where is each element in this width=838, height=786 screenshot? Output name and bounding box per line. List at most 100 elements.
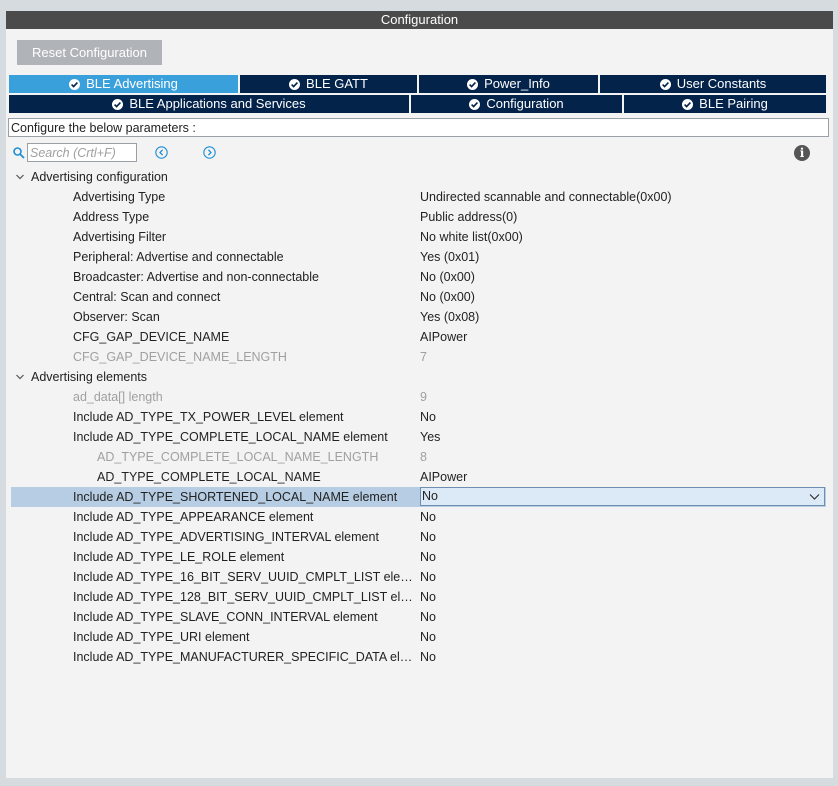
parameter-row[interactable]: Include AD_TYPE_APPEARANCE element No xyxy=(11,507,826,527)
parameter-row[interactable]: AD_TYPE_COMPLETE_LOCAL_NAME_LENGTH 8 xyxy=(11,447,826,467)
search-input[interactable] xyxy=(27,143,137,162)
tab-user-constants[interactable]: User Constants xyxy=(600,75,827,93)
parameter-name: Include AD_TYPE_SHORTENED_LOCAL_NAME ele… xyxy=(73,490,398,504)
parameter-name: Include AD_TYPE_16_BIT_SERV_UUID_CMPLT_L… xyxy=(73,570,417,584)
parameter-value[interactable]: Yes (0x01) xyxy=(420,247,479,267)
tree-group-advertising-elements[interactable]: Advertising elements xyxy=(11,367,826,387)
parameter-value: 8 xyxy=(420,450,427,464)
parameter-value[interactable]: No xyxy=(420,547,436,567)
parameter-value[interactable]: No xyxy=(420,607,436,627)
parameter-name: Observer: Scan xyxy=(73,310,160,324)
parameter-row[interactable]: CFG_GAP_DEVICE_NAME AIPower xyxy=(11,327,826,347)
parameter-row[interactable]: ad_data[] length 9 xyxy=(11,387,826,407)
chevron-down-icon[interactable] xyxy=(15,367,25,387)
parameter-name: AD_TYPE_COMPLETE_LOCAL_NAME xyxy=(97,470,321,484)
parameter-name: ad_data[] length xyxy=(73,390,163,404)
chevron-right-circle-icon[interactable] xyxy=(203,146,216,159)
parameter-value[interactable]: Public address(0) xyxy=(420,207,517,227)
parameter-name: Peripheral: Advertise and connectable xyxy=(73,250,284,264)
reset-configuration-button[interactable]: Reset Configuration xyxy=(17,40,162,65)
parameter-row[interactable]: Observer: Scan Yes (0x08) xyxy=(11,307,826,327)
chevron-down-icon[interactable] xyxy=(809,493,820,501)
window-frame-right xyxy=(833,0,838,786)
parameter-value[interactable]: No xyxy=(420,527,436,547)
check-circle-icon xyxy=(469,98,481,110)
parameter-row[interactable]: Include AD_TYPE_128_BIT_SERV_UUID_CMPLT_… xyxy=(11,587,826,607)
parameter-name: Include AD_TYPE_URI element xyxy=(73,630,250,644)
check-circle-icon xyxy=(682,98,694,110)
tab-label: BLE Pairing xyxy=(699,96,768,111)
parameter-value[interactable]: No xyxy=(420,567,436,587)
parameter-name: Include AD_TYPE_LE_ROLE element xyxy=(73,550,285,564)
parameter-value[interactable]: No xyxy=(420,407,436,427)
parameter-row[interactable]: Include AD_TYPE_ADVERTISING_INTERVAL ele… xyxy=(11,527,826,547)
tab-label: User Constants xyxy=(676,76,767,91)
parameter-value[interactable]: No xyxy=(420,587,436,607)
parameter-value[interactable]: AIPower xyxy=(420,327,467,347)
parameter-row[interactable]: Central: Scan and connect No (0x00) xyxy=(11,287,826,307)
parameter-value[interactable]: No (0x00) xyxy=(420,267,475,287)
parameter-row[interactable]: AD_TYPE_COMPLETE_LOCAL_NAME AIPower xyxy=(11,467,826,487)
parameter-row[interactable]: Include AD_TYPE_SLAVE_CONN_INTERVAL elem… xyxy=(11,607,826,627)
tab-label: BLE GATT xyxy=(306,76,368,91)
parameter-row[interactable]: Advertising Filter No white list(0x00) xyxy=(11,227,826,247)
parameter-value[interactable]: Undirected scannable and connectable(0x0… xyxy=(420,187,672,207)
chevron-left-circle-icon[interactable] xyxy=(155,146,168,159)
group-label: Advertising configuration xyxy=(31,170,168,184)
parameter-row[interactable]: Include AD_TYPE_TX_POWER_LEVEL element No xyxy=(11,407,826,427)
tab-label: Power_Info xyxy=(484,76,550,91)
parameter-row[interactable]: Include AD_TYPE_SHORTENED_LOCAL_NAME ele… xyxy=(11,487,826,507)
tab-power-info[interactable]: Power_Info xyxy=(419,75,599,93)
parameter-name: Include AD_TYPE_MANUFACTURER_SPECIFIC_DA… xyxy=(73,650,417,664)
parameter-name: Include AD_TYPE_ADVERTISING_INTERVAL ele… xyxy=(73,530,379,544)
parameter-row[interactable]: Include AD_TYPE_COMPLETE_LOCAL_NAME elem… xyxy=(11,427,826,447)
parameter-row[interactable]: Include AD_TYPE_16_BIT_SERV_UUID_CMPLT_L… xyxy=(11,567,826,587)
parameter-value-dropdown[interactable]: No xyxy=(420,487,825,506)
parameter-value[interactable]: Yes xyxy=(420,427,440,447)
parameter-name: Include AD_TYPE_COMPLETE_LOCAL_NAME elem… xyxy=(73,430,388,444)
parameter-value[interactable]: No xyxy=(420,647,436,667)
configuration-panel: Configuration Reset Configuration BLE Ad… xyxy=(6,11,833,778)
tab-label: Configuration xyxy=(486,96,564,111)
parameter-name: CFG_GAP_DEVICE_NAME_LENGTH xyxy=(73,350,287,364)
parameter-value[interactable]: No xyxy=(420,507,436,527)
tree-group-advertising-configuration[interactable]: Advertising configuration xyxy=(11,167,826,187)
tab-ble-gatt[interactable]: BLE GATT xyxy=(240,75,418,93)
parameter-name: CFG_GAP_DEVICE_NAME xyxy=(73,330,230,344)
window-frame-bottom xyxy=(0,778,838,786)
parameter-value[interactable]: Yes (0x08) xyxy=(420,307,479,327)
parameter-value[interactable]: No (0x00) xyxy=(420,287,475,307)
parameter-value[interactable]: No white list(0x00) xyxy=(420,227,523,247)
parameter-name: AD_TYPE_COMPLETE_LOCAL_NAME_LENGTH xyxy=(97,450,379,464)
check-circle-icon xyxy=(659,78,671,90)
parameters-description: Configure the below parameters : xyxy=(8,118,829,137)
tab-ble-pairing[interactable]: BLE Pairing xyxy=(624,95,827,113)
tab-configuration[interactable]: Configuration xyxy=(411,95,623,113)
parameter-name: Include AD_TYPE_128_BIT_SERV_UUID_CMPLT_… xyxy=(73,590,417,604)
info-icon[interactable]: i xyxy=(794,145,810,161)
parameter-name: Broadcaster: Advertise and non-connectab… xyxy=(73,270,319,284)
parameter-value[interactable]: AIPower xyxy=(420,467,467,487)
parameter-value[interactable]: No xyxy=(420,627,436,647)
check-circle-icon xyxy=(467,78,479,90)
parameter-row[interactable]: CFG_GAP_DEVICE_NAME_LENGTH 7 xyxy=(11,347,826,367)
panel-title: Configuration xyxy=(6,11,833,29)
chevron-down-icon[interactable] xyxy=(15,167,25,187)
parameter-name: Address Type xyxy=(73,210,150,224)
parameter-row[interactable]: Include AD_TYPE_URI element No xyxy=(11,627,826,647)
parameter-value: 7 xyxy=(420,350,427,364)
tab-ble-advertising[interactable]: BLE Advertising xyxy=(9,75,239,93)
parameter-row[interactable]: Peripheral: Advertise and connectable Yes… xyxy=(11,247,826,267)
parameter-name: Include AD_TYPE_SLAVE_CONN_INTERVAL elem… xyxy=(73,610,378,624)
parameter-row[interactable]: Broadcaster: Advertise and non-connectab… xyxy=(11,267,826,287)
parameter-name: Advertising Type xyxy=(73,190,166,204)
parameter-value: No xyxy=(422,489,438,503)
parameter-row[interactable]: Advertising Type Undirected scannable and… xyxy=(11,187,826,207)
parameter-value: 9 xyxy=(420,390,427,404)
parameter-row[interactable]: Include AD_TYPE_LE_ROLE element No xyxy=(11,547,826,567)
check-circle-icon xyxy=(69,78,81,90)
parameter-row[interactable]: Include AD_TYPE_MANUFACTURER_SPECIFIC_DA… xyxy=(11,647,826,667)
tab-ble-applications-and-services[interactable]: BLE Applications and Services xyxy=(9,95,410,113)
parameter-row[interactable]: Address Type Public address(0) xyxy=(11,207,826,227)
search-icon[interactable] xyxy=(13,147,25,159)
